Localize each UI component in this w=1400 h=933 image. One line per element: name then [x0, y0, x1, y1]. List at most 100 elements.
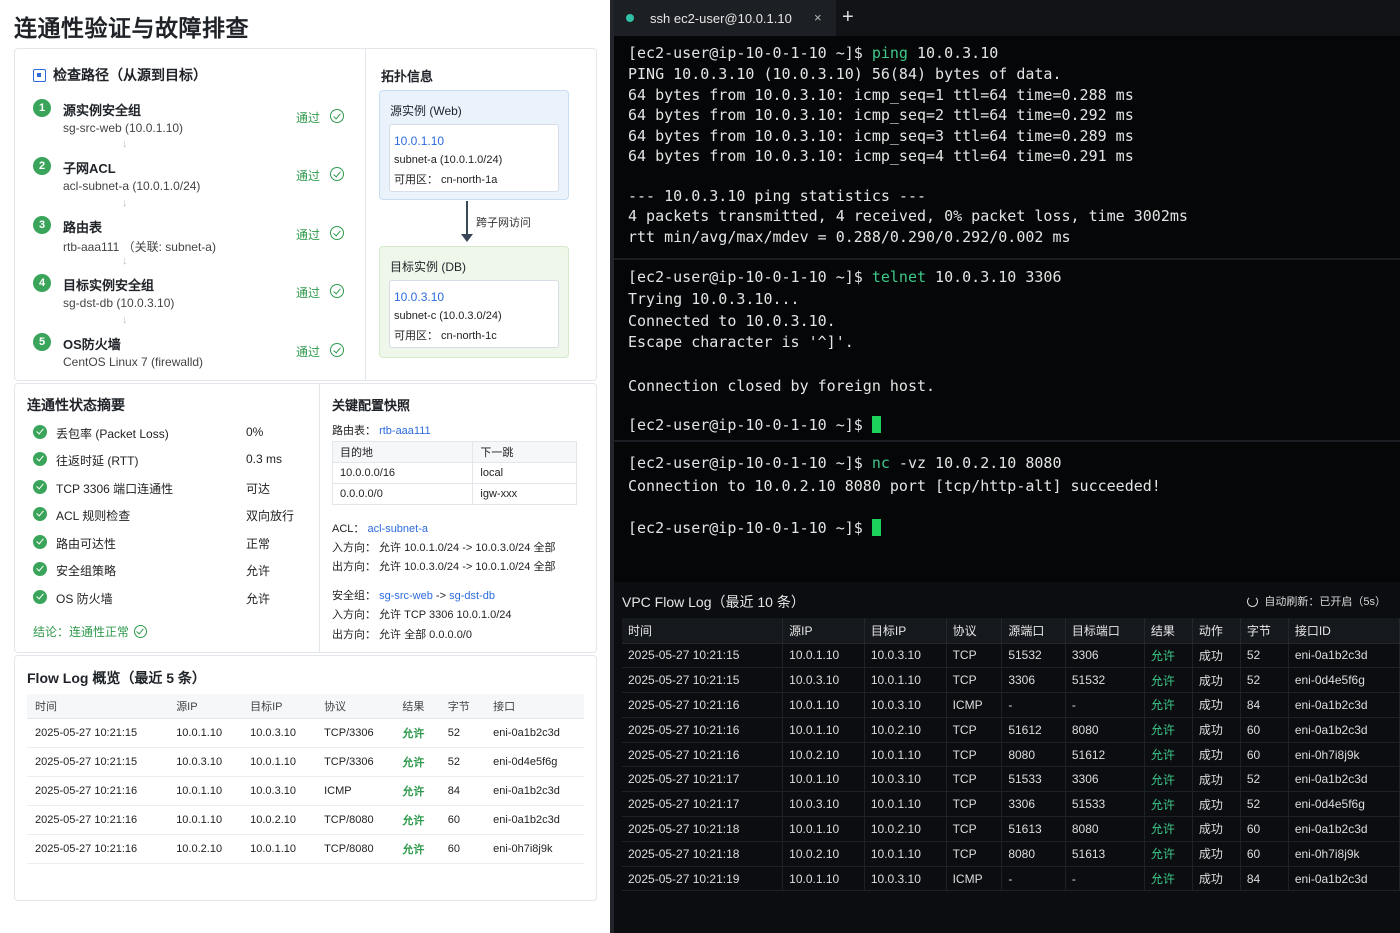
terminal-pane-ping[interactable]: [ec2-user@ip-10-0-1-10 ~]$ ping 10.0.3.1… — [614, 36, 1400, 258]
cell: 允许 — [1144, 667, 1193, 694]
command: telnet — [871, 268, 927, 286]
cell: 成功 — [1192, 742, 1241, 768]
summary-value: 0% — [246, 425, 264, 439]
cell: 允许 — [1144, 692, 1193, 718]
acl-label: ACL： — [332, 523, 365, 535]
topology-title: 拓扑信息 — [381, 69, 434, 84]
auto-refresh-toggle[interactable]: 自动刷新：已开启（5s） — [1247, 593, 1386, 609]
table-row[interactable]: 2025-05-27 10:21:16 10.0.1.10 10.0.3.10 ICM… — [622, 692, 1400, 718]
step-title: OS防火墙 — [63, 337, 121, 352]
cell: 51533 — [1065, 791, 1145, 818]
step-number: 3 — [33, 216, 51, 234]
cell: TCP/3306 — [316, 747, 395, 777]
cell: ICMP — [316, 776, 395, 806]
acl-inbound: 入方向： 允许 10.0.1.0/24 -> 10.0.3.0/24 全部 — [332, 542, 556, 554]
source-az: 可用区： cn-north-1a — [394, 174, 498, 186]
acl-outbound: 出方向： 允许 10.0.3.0/24 -> 10.0.1.0/24 全部 — [332, 561, 556, 573]
sg-src-link[interactable]: sg-src-web — [379, 590, 433, 602]
path-step-5[interactable]: 5 OS防火墙 CentOS Linux 7 (firewalld) 通过 — [33, 333, 353, 383]
table-row[interactable]: 2025-05-27 10:21:16 10.0.1.10 10.0.2.10 … — [27, 805, 584, 835]
output-line: Connection closed by foreign host. — [628, 377, 936, 395]
cell: 51613 — [1001, 816, 1066, 842]
cell: 允许 — [1144, 791, 1193, 818]
summary-row: OS 防火墙 允许 — [33, 589, 313, 607]
cell: 52 — [1240, 791, 1289, 818]
cell: 允许 — [1144, 643, 1193, 669]
source-subnet: subnet-a (10.0.1.0/24) — [394, 154, 503, 166]
cell: 60 — [439, 834, 486, 864]
sg-label: 安全组： — [332, 590, 376, 602]
cross-subnet-label: 跨子网访问 — [476, 217, 531, 229]
table-row[interactable]: 2025-05-27 10:21:15 10.0.3.10 10.0.1.10 … — [27, 747, 584, 777]
table-row[interactable]: 2025-05-27 10:21:18 10.0.1.10 10.0.2.10 TCP… — [622, 816, 1400, 842]
summary-label: OS 防火墙 — [56, 592, 113, 606]
path-step-3[interactable]: 3 路由表 rtb-aaa111 （关联: subnet-a) 通过 — [33, 216, 353, 266]
route-table-link[interactable]: rtb-aaa111 — [379, 425, 431, 437]
cell: igw-xxx — [472, 483, 577, 505]
summary-label: TCP 3306 端口连通性 — [56, 482, 174, 496]
cell: 10.0.2.10 — [782, 742, 865, 768]
cell: 允许 — [1144, 816, 1193, 842]
vpc-flow-log-panel: VPC Flow Log（最近 10 条） 自动刷新：已开启（5s） 时间 源I… — [614, 582, 1400, 933]
table-row[interactable]: 2025-05-27 10:21:15 10.0.1.10 10.0.3.10 … — [27, 718, 584, 748]
cursor — [871, 519, 881, 536]
terminal-pane-nc[interactable]: [ec2-user@ip-10-0-1-10 ~]$ nc -vz 10.0.2… — [614, 442, 1400, 580]
cell: 2025-05-27 10:21:15 — [27, 747, 169, 777]
summary-label: ACL 规则检查 — [56, 509, 131, 523]
cell: 60 — [1240, 816, 1289, 842]
column-header: 接口 — [485, 694, 584, 719]
table-row[interactable]: 2025-05-27 10:21:16 10.0.1.10 10.0.2.10 TCP… — [622, 717, 1400, 743]
path-step-1[interactable]: 1 源实例安全组 sg-src-web (10.0.1.10) 通过 — [33, 99, 353, 149]
cell: 52 — [439, 718, 486, 748]
path-step-2[interactable]: 2 子网ACL acl-subnet-a (10.0.1.0/24) 通过 — [33, 157, 353, 207]
table-row[interactable]: 2025-05-27 10:21:17 10.0.3.10 10.0.1.10 TCP… — [622, 791, 1400, 818]
cell: 2025-05-27 10:21:16 — [27, 776, 169, 806]
cell: 2025-05-27 10:21:17 — [622, 791, 784, 818]
topology-arrow — [466, 201, 468, 237]
terminal-pane-telnet[interactable]: [ec2-user@ip-10-0-1-10 ~]$ telnet 10.0.3… — [614, 260, 1400, 440]
cell: eni-0a1b2c3d — [1288, 766, 1400, 793]
cell: 10.0.1.10 — [242, 747, 317, 777]
down-arrow-icon: ↓ — [122, 255, 128, 267]
path-step-4[interactable]: 4 目标实例安全组 sg-dst-db (10.0.3.10) 通过 — [33, 274, 353, 324]
table-row[interactable]: 2025-05-27 10:21:18 10.0.2.10 10.0.1.10 TCP… — [622, 841, 1400, 867]
table-row[interactable]: 2025-05-27 10:21:16 10.0.2.10 10.0.1.10 TCP… — [622, 742, 1400, 768]
cell: TCP/8080 — [316, 805, 395, 835]
cell: 51612 — [1001, 717, 1066, 743]
cell: 成功 — [1192, 692, 1241, 718]
table-row[interactable]: 2025-05-27 10:21:15 10.0.1.10 10.0.3.10 TCP… — [622, 643, 1400, 669]
new-tab-button[interactable]: + — [842, 6, 854, 29]
cell: 10.0.1.10 — [782, 766, 865, 793]
column-header: 协议 — [316, 694, 395, 719]
cell: 成功 — [1192, 667, 1241, 694]
step-status: 通过 — [296, 111, 321, 125]
cell: 8080 — [1065, 816, 1145, 842]
column-header: 结果 — [1144, 618, 1193, 644]
command-args: 10.0.3.10 — [907, 44, 999, 62]
cell: 成功 — [1192, 717, 1241, 743]
terminal-tab[interactable]: ssh ec2-user@10.0.1.10 × — [614, 0, 836, 36]
sg-dst-link[interactable]: sg-dst-db — [449, 590, 495, 602]
table-row[interactable]: 2025-05-27 10:21:19 10.0.1.10 10.0.3.10 ICM… — [622, 866, 1400, 892]
cell: 允许 — [1144, 866, 1193, 892]
cell: 成功 — [1192, 766, 1241, 793]
cell: 60 — [1240, 742, 1289, 768]
cell: 51532 — [1065, 667, 1145, 694]
down-arrow-icon: ↓ — [122, 197, 128, 209]
close-icon[interactable]: × — [814, 10, 822, 25]
cell: 52 — [1240, 643, 1289, 669]
table-row[interactable]: 2025-05-27 10:21:17 10.0.1.10 10.0.3.10 TCP… — [622, 766, 1400, 793]
step-status: 通过 — [296, 169, 321, 183]
table-row[interactable]: 2025-05-27 10:21:16 10.0.2.10 10.0.1.10 … — [27, 834, 584, 864]
table-row[interactable]: 2025-05-27 10:21:16 10.0.1.10 10.0.3.10 … — [27, 776, 584, 806]
table-row[interactable]: 2025-05-27 10:21:15 10.0.3.10 10.0.1.10 TCP… — [622, 667, 1400, 694]
cell: 2025-05-27 10:21:17 — [622, 766, 784, 793]
step-status: 通过 — [296, 286, 321, 300]
cell: 成功 — [1192, 816, 1241, 842]
cell: 10.0.3.10 — [864, 692, 947, 718]
sg-line: 安全组： sg-src-web -> sg-dst-db — [332, 587, 495, 603]
acl-link[interactable]: acl-subnet-a — [367, 523, 428, 535]
cell: eni-0h7i8j9k — [485, 834, 584, 864]
table-header: 目的地 下一跳 — [331, 441, 577, 463]
cell: eni-0a1b2c3d — [1288, 866, 1400, 892]
